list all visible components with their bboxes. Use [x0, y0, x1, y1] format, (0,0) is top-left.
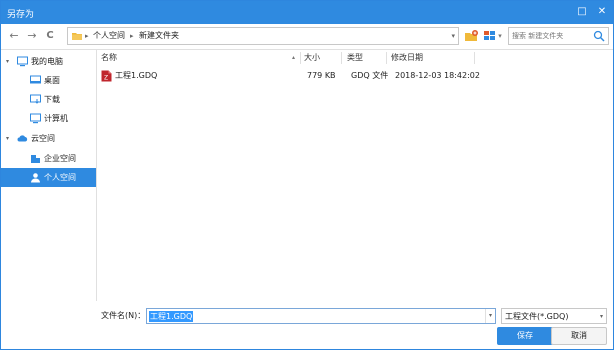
- sort-ascending-icon: ▴: [292, 54, 296, 61]
- navigation-toolbar: ← → C ▸ 个人空间 ▸ 新建文件夹 ▾ ▾: [1, 24, 613, 48]
- column-header-size[interactable]: 大小: [304, 50, 320, 66]
- monitor-icon: [30, 113, 41, 124]
- address-bar[interactable]: ▸ 个人空间 ▸ 新建文件夹 ▾: [67, 27, 459, 45]
- forward-button[interactable]: →: [25, 28, 39, 44]
- column-divider[interactable]: [300, 52, 301, 64]
- dialog-title: 另存为: [7, 10, 35, 20]
- filename-input[interactable]: 工程1.GDQ: [149, 311, 194, 322]
- filetype-select[interactable]: 工程文件(*.GDQ) ▾: [501, 308, 607, 324]
- expand-arrow-icon[interactable]: ▾: [6, 52, 9, 71]
- file-name-cell: 工程1.GDQ: [115, 71, 158, 80]
- sidebar-item-label: 计算机: [44, 114, 68, 123]
- svg-text:Z: Z: [104, 75, 108, 82]
- enterprise-icon: [31, 155, 40, 163]
- chevron-down-icon[interactable]: ▾: [600, 310, 603, 323]
- computer-icon: [17, 56, 28, 67]
- column-divider[interactable]: [474, 52, 475, 64]
- maximize-button[interactable]: □: [573, 3, 591, 21]
- sidebar-item-my-computer[interactable]: ▾ 我的电脑: [1, 52, 96, 71]
- gdq-file-icon: Z: [101, 70, 112, 82]
- back-button[interactable]: ←: [7, 28, 21, 44]
- download-icon: [30, 94, 41, 104]
- table-row[interactable]: Z 工程1.GDQ 779 KB GDQ 文件 2018-12-03 18:42…: [97, 67, 480, 85]
- filetype-value: 工程文件(*.GDQ): [505, 312, 569, 321]
- expand-arrow-icon[interactable]: ▾: [6, 129, 9, 148]
- file-size-cell: 779 KB: [307, 71, 336, 80]
- sidebar-item-cloud-space[interactable]: ▾ 云空间: [1, 129, 96, 148]
- view-mode-dropdown[interactable]: ▾: [496, 28, 504, 44]
- column-header-name[interactable]: 名称: [101, 50, 117, 66]
- close-button[interactable]: ✕: [593, 3, 611, 21]
- folder-icon: [72, 33, 82, 40]
- save-button[interactable]: 保存: [497, 327, 553, 345]
- sidebar-item-enterprise-space[interactable]: 企业空间: [1, 149, 96, 168]
- column-header-type[interactable]: 类型: [347, 50, 363, 66]
- dialog-footer: 文件名(N)： 工程1.GDQ ▾ 工程文件(*.GDQ) ▾ 保存 取消: [1, 301, 613, 349]
- cancel-button[interactable]: 取消: [551, 327, 607, 345]
- sidebar-item-downloads[interactable]: 下载: [1, 90, 96, 109]
- filename-dropdown-button[interactable]: ▾: [485, 309, 495, 323]
- sidebar-item-desktop[interactable]: 桌面: [1, 71, 96, 90]
- cloud-icon: [17, 135, 28, 142]
- sidebar-item-label: 桌面: [44, 76, 60, 85]
- refresh-button[interactable]: C: [43, 28, 57, 44]
- breadcrumb-personal-space[interactable]: 个人空间: [93, 30, 125, 42]
- title-bar: 另存为 □ ✕: [1, 1, 613, 24]
- sidebar-item-personal-space[interactable]: 个人空间: [1, 168, 96, 187]
- search-input[interactable]: [512, 30, 592, 42]
- view-mode-icon[interactable]: [483, 29, 497, 43]
- address-dropdown-button[interactable]: ▾: [451, 30, 455, 42]
- file-modified-cell: 2018-12-03 18:42:02: [395, 71, 480, 80]
- file-type-cell: GDQ 文件: [351, 71, 389, 80]
- sidebar: ▾ 我的电脑 桌面 下载 计算机 ▾ 云空间 企业空间 个人空间: [1, 49, 97, 301]
- sidebar-item-label: 我的电脑: [31, 57, 63, 66]
- sidebar-item-label: 云空间: [31, 134, 55, 143]
- filename-field[interactable]: 工程1.GDQ ▾: [146, 308, 496, 324]
- sidebar-item-label: 下载: [44, 95, 60, 104]
- column-divider[interactable]: [386, 52, 387, 64]
- search-box[interactable]: [508, 27, 609, 45]
- person-icon: [31, 173, 40, 183]
- sidebar-item-label: 企业空间: [44, 154, 76, 163]
- breadcrumb-separator: ▸: [85, 32, 89, 40]
- column-divider[interactable]: [341, 52, 342, 64]
- column-header-modified[interactable]: 修改日期: [391, 50, 423, 66]
- search-icon[interactable]: [593, 30, 605, 42]
- sidebar-item-label: 个人空间: [44, 173, 76, 182]
- breadcrumb-new-folder[interactable]: 新建文件夹: [139, 30, 179, 42]
- breadcrumb-separator: ▸: [130, 32, 134, 40]
- new-folder-icon[interactable]: [464, 29, 478, 43]
- save-as-dialog: 另存为 □ ✕ ← → C ▸ 个人空间 ▸ 新建文件夹 ▾ ▾ 搜索 新建文件…: [0, 0, 614, 350]
- sidebar-item-computer[interactable]: 计算机: [1, 109, 96, 128]
- file-list: 名称 ▴ 大小 类型 修改日期 Z 工程1.GDQ 779 KB GDQ 文件 …: [97, 49, 613, 301]
- desktop-icon: [30, 75, 41, 84]
- filename-label: 文件名(N)：: [101, 311, 146, 320]
